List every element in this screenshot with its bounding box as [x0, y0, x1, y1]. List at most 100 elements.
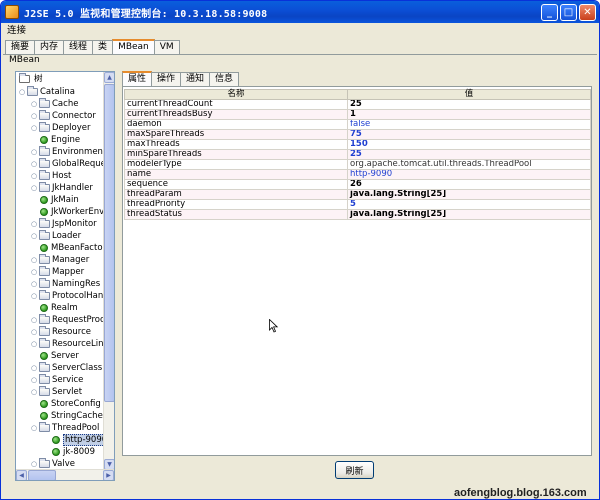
tree-item[interactable]: http-9090 [42, 434, 110, 446]
expand-toggle-icon[interactable]: ○ [30, 340, 38, 348]
close-button[interactable]: ✕ [579, 4, 596, 21]
attribute-value[interactable]: 5 [347, 199, 591, 210]
attribute-value[interactable]: java.lang.String[25] [347, 209, 591, 220]
tree-item[interactable]: ○ Connector [30, 110, 96, 122]
tree-item[interactable]: ○ JspMonitor [30, 218, 97, 230]
tree-item[interactable]: Server [30, 350, 79, 362]
expand-toggle-icon[interactable]: ○ [30, 124, 38, 132]
collapse-toggle-icon[interactable]: ○ [18, 88, 26, 96]
expand-toggle-icon[interactable]: ○ [30, 256, 38, 264]
main-tab-3[interactable]: 类 [92, 40, 114, 54]
table-row[interactable]: daemon false [124, 119, 591, 130]
tree-item[interactable]: StringCache [30, 410, 103, 422]
tree-item[interactable]: JkWorkerEnv [30, 206, 104, 218]
table-row[interactable]: maxThreads 150 [124, 139, 591, 150]
table-row[interactable]: threadParam java.lang.String[25] [124, 189, 591, 200]
attribute-value[interactable]: false [347, 119, 591, 130]
expand-toggle-icon[interactable]: ○ [30, 424, 38, 432]
tree-item[interactable]: ○ Resource [30, 326, 91, 338]
expand-toggle-icon[interactable]: ○ [30, 364, 38, 372]
sub-tab-0[interactable]: 属性 [122, 71, 153, 86]
tree-item[interactable]: Engine [30, 134, 80, 146]
tree-item[interactable]: ○ GlobalReque [30, 158, 106, 170]
tree-item[interactable]: ○ Cache [30, 98, 78, 110]
main-tab-2[interactable]: 线程 [63, 40, 94, 54]
tree-item[interactable]: jk-8009 [42, 446, 95, 458]
scroll-thumb[interactable] [104, 84, 114, 402]
menu-connection[interactable]: 连接 [7, 25, 26, 36]
table-row[interactable]: minSpareThreads 25 [124, 149, 591, 160]
tree-item[interactable]: ○ Loader [30, 230, 81, 242]
tree-item[interactable]: ○ ProtocolHan [30, 290, 103, 302]
attribute-value[interactable]: org.apache.tomcat.util.threads.ThreadPoo… [347, 159, 591, 170]
table-row[interactable]: modelerType org.apache.tomcat.util.thread… [124, 159, 591, 170]
expand-toggle-icon[interactable]: ○ [30, 232, 38, 240]
sub-tab-2[interactable]: 通知 [180, 72, 211, 86]
table-row[interactable]: maxSpareThreads 75 [124, 129, 591, 140]
scroll-left-icon[interactable]: ◀ [16, 470, 27, 480]
tree-item[interactable]: ○ ResourceLin [30, 338, 103, 350]
column-header-value[interactable]: 值 [347, 89, 591, 100]
tree-item[interactable]: JkMain [30, 194, 79, 206]
tree-item[interactable]: ○ Deployer [30, 122, 91, 134]
attribute-value[interactable]: 26 [347, 179, 591, 190]
tree-vertical-scrollbar[interactable]: ▲ ▼ [103, 72, 114, 470]
tree-item[interactable]: ○ ThreadPool [30, 422, 99, 434]
expand-toggle-icon[interactable]: ○ [30, 292, 38, 300]
column-header-name[interactable]: 名称 [124, 89, 348, 100]
expand-toggle-icon[interactable]: ○ [30, 148, 38, 156]
table-row[interactable]: currentThreadCount 25 [124, 99, 591, 110]
expand-toggle-icon[interactable]: ○ [30, 268, 38, 276]
tree-item[interactable]: StoreConfig [30, 398, 101, 410]
expand-toggle-icon[interactable]: ○ [30, 376, 38, 384]
expand-toggle-icon[interactable]: ○ [30, 328, 38, 336]
refresh-button[interactable]: 刷新 [335, 461, 374, 479]
mbean-tree[interactable]: 树 ○ Catalina ○ Cache ○ Connector ○ Deployer En… [15, 71, 115, 481]
tree-item[interactable]: ○ Servlet [30, 386, 82, 398]
minimize-button[interactable]: _ [541, 4, 558, 21]
attribute-value[interactable]: java.lang.String[25] [347, 189, 591, 200]
tree-horizontal-scrollbar[interactable]: ◀ ▶ [16, 469, 114, 480]
table-row[interactable]: name http-9090 [124, 169, 591, 180]
maximize-button[interactable]: □ [560, 4, 577, 21]
tree-node-catalina[interactable]: ○ Catalina [18, 86, 75, 98]
sub-tab-1[interactable]: 操作 [151, 72, 182, 86]
tree-item[interactable]: ○ Mapper [30, 266, 84, 278]
tree-item[interactable]: ○ RequestProc [30, 314, 105, 326]
attribute-value[interactable]: 25 [347, 149, 591, 160]
tree-item[interactable]: ○ Host [30, 170, 71, 182]
attribute-value[interactable]: 25 [347, 99, 591, 110]
title-bar[interactable]: J2SE 5.0 监视和管理控制台: 10.3.18.58:9008 _ □ ✕ [1, 1, 599, 23]
attribute-value[interactable]: http-9090 [347, 169, 591, 180]
tree-root[interactable]: 树 [18, 73, 43, 85]
table-row[interactable]: sequence 26 [124, 179, 591, 190]
tree-item[interactable]: ○ ServerClass [30, 362, 102, 374]
sub-tab-3[interactable]: 信息 [209, 72, 240, 86]
expand-toggle-icon[interactable]: ○ [30, 112, 38, 120]
scroll-up-icon[interactable]: ▲ [104, 72, 114, 83]
tree-item[interactable]: ○ Manager [30, 254, 89, 266]
hscroll-thumb[interactable] [28, 470, 56, 480]
expand-toggle-icon[interactable]: ○ [30, 160, 38, 168]
expand-toggle-icon[interactable]: ○ [30, 280, 38, 288]
main-tab-1[interactable]: 内存 [34, 40, 65, 54]
expand-toggle-icon[interactable]: ○ [30, 184, 38, 192]
attribute-value[interactable]: 75 [347, 129, 591, 140]
expand-toggle-icon[interactable]: ○ [30, 388, 38, 396]
table-row[interactable]: threadPriority 5 [124, 199, 591, 210]
scroll-right-icon[interactable]: ▶ [103, 470, 114, 480]
expand-toggle-icon[interactable]: ○ [30, 460, 38, 468]
tree-item[interactable]: ○ NamingRes [30, 278, 100, 290]
expand-toggle-icon[interactable]: ○ [30, 100, 38, 108]
attribute-value[interactable]: 150 [347, 139, 591, 150]
expand-toggle-icon[interactable]: ○ [30, 172, 38, 180]
tree-item[interactable]: ○ Service [30, 374, 83, 386]
main-tab-5[interactable]: VM [153, 40, 180, 54]
tree-item[interactable]: ○ Environment [30, 146, 106, 158]
table-row[interactable]: currentThreadsBusy 1 [124, 109, 591, 120]
table-row[interactable]: threadStatus java.lang.String[25] [124, 209, 591, 220]
expand-toggle-icon[interactable]: ○ [30, 220, 38, 228]
tree-item[interactable]: Realm [30, 302, 78, 314]
tree-item[interactable]: ○ JkHandler [30, 182, 93, 194]
attribute-value[interactable]: 1 [347, 109, 591, 120]
